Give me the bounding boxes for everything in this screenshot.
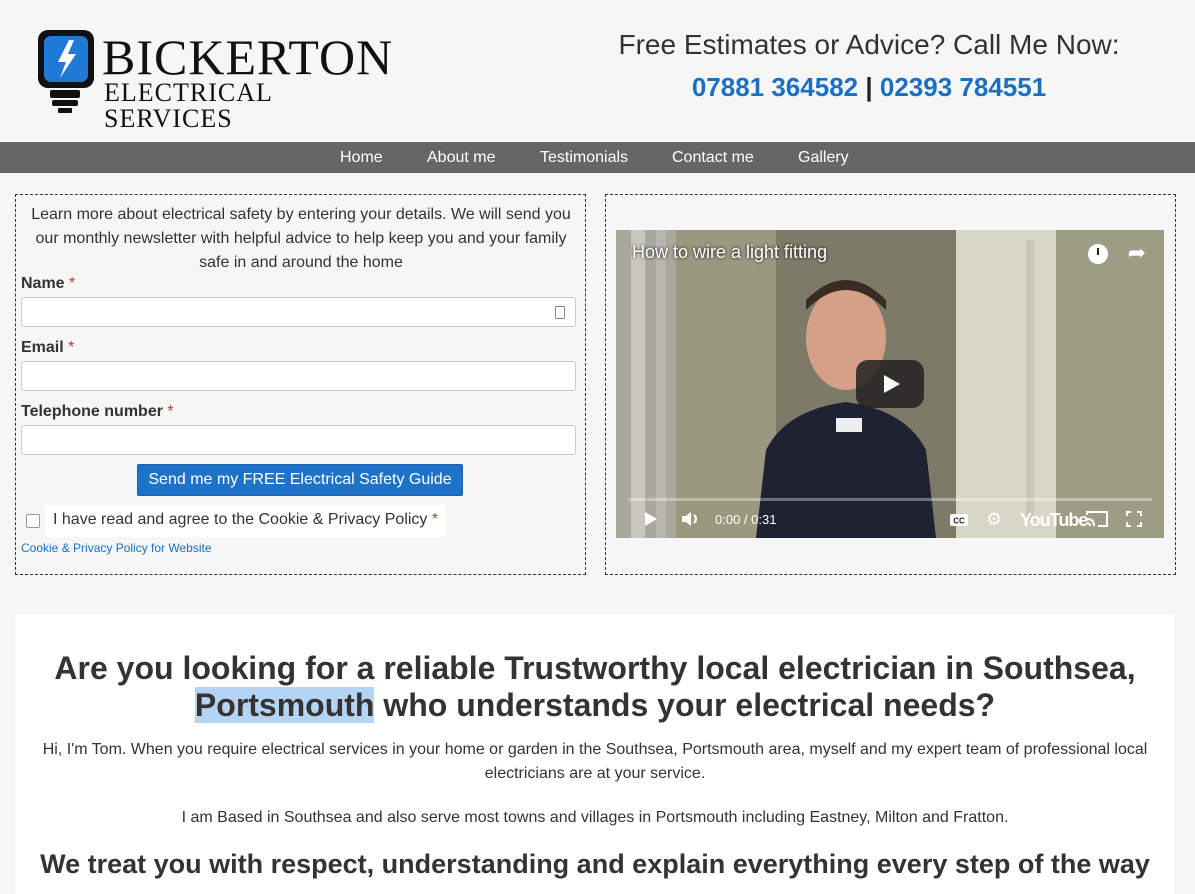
lightning-plug-icon xyxy=(38,30,94,113)
svg-text:CC: CC xyxy=(953,517,965,526)
email-label: Email * xyxy=(21,339,75,356)
nav-testimonials[interactable]: Testimonials xyxy=(518,142,650,173)
nav-about-me[interactable]: About me xyxy=(405,142,517,173)
service-area-paragraph: I am Based in Southsea and also serve mo… xyxy=(181,809,1009,826)
company-logo[interactable]: BICKERTON ELECTRICAL SERVICES xyxy=(36,28,396,132)
phone-separator: | xyxy=(865,72,873,102)
privacy-policy-link[interactable]: Cookie & Privacy Policy for Website xyxy=(21,541,212,555)
logo-tagline: ELECTRICAL SERVICES xyxy=(104,78,272,133)
cast-icon[interactable] xyxy=(1086,511,1108,530)
form-intro: Learn more about electrical safety by en… xyxy=(31,206,571,271)
consent-label[interactable]: I have read and agree to the Cookie & Pr… xyxy=(45,505,447,537)
main-content: Are you looking for a reliable Trustwort… xyxy=(15,614,1175,894)
nav-gallery[interactable]: Gallery xyxy=(776,142,871,173)
site-header: BICKERTON ELECTRICAL SERVICES Free Estim… xyxy=(0,0,1195,142)
email-input[interactable] xyxy=(21,361,576,391)
call-to-action: Free Estimates or Advice? Call Me Now: 0… xyxy=(589,28,1149,102)
video-title[interactable]: How to wire a light fitting xyxy=(632,242,827,263)
settings-icon[interactable]: ⚙ xyxy=(986,510,1002,528)
main-navigation: Home About me Testimonials Contact me Ga… xyxy=(0,142,1195,173)
send-guide-button[interactable]: Send me my FREE Electrical Safety Guide xyxy=(137,464,463,496)
telephone-label: Telephone number * xyxy=(21,403,174,420)
youtube-logo[interactable]: YouTube xyxy=(1020,510,1088,531)
consent-checkbox[interactable] xyxy=(26,514,40,528)
main-heading: Are you looking for a reliable Trustwort… xyxy=(54,650,1136,723)
play-button-icon[interactable] xyxy=(856,360,924,408)
name-label: Name * xyxy=(21,275,76,292)
contact-card-icon[interactable] xyxy=(555,306,565,319)
phone-landline-link[interactable]: 02393 784551 xyxy=(880,72,1046,102)
video-panel: How to wire a light fitting ➦ 0:00 / 0:3… xyxy=(605,194,1176,575)
newsletter-signup-form: Learn more about electrical safety by en… xyxy=(15,194,586,575)
share-icon[interactable]: ➦ xyxy=(1128,242,1146,264)
cta-title: Free Estimates or Advice? Call Me Now: xyxy=(618,29,1120,60)
nav-home[interactable]: Home xyxy=(318,142,405,173)
fullscreen-icon[interactable] xyxy=(1126,511,1142,530)
highlighted-word: Portsmouth xyxy=(194,687,375,723)
volume-icon[interactable] xyxy=(681,511,703,530)
watch-later-icon[interactable] xyxy=(1088,244,1108,264)
captions-icon[interactable]: CC xyxy=(949,513,969,530)
nav-contact-me[interactable]: Contact me xyxy=(650,142,776,173)
sub-heading: We treat you with respect, understanding… xyxy=(40,849,1150,879)
logo-name: BICKERTON xyxy=(102,29,394,85)
progress-bar[interactable] xyxy=(628,498,1152,501)
name-input[interactable] xyxy=(21,297,576,327)
time-display: 0:00 / 0:31 xyxy=(715,512,777,527)
intro-paragraph: Hi, I'm Tom. When you require electrical… xyxy=(42,741,1148,782)
telephone-input[interactable] xyxy=(21,425,576,455)
phone-numbers: 07881 364582 | 02393 784551 xyxy=(589,72,1149,102)
youtube-player[interactable]: How to wire a light fitting ➦ 0:00 / 0:3… xyxy=(616,230,1164,538)
play-icon[interactable] xyxy=(644,511,658,530)
phone-mobile-link[interactable]: 07881 364582 xyxy=(692,72,858,102)
